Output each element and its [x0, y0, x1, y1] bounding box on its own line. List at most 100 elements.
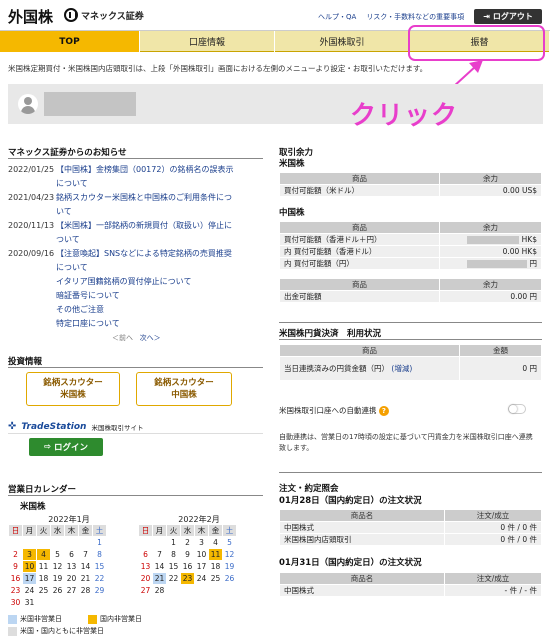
calendar-day: 16 — [8, 572, 23, 585]
col-header: 注文/成立 — [444, 509, 542, 522]
calendar-grid: 日月火水木金土 1 2 3 4 5 6 7 8 9 10 11 12 13 14 15 16 17 18 19 20 21… — [8, 524, 107, 609]
calendar-day: 3 — [22, 548, 37, 561]
button-label: 米国株 — [60, 390, 86, 400]
calendar-day — [64, 596, 79, 609]
row-value: 0.00 円 — [439, 290, 542, 303]
weekday-header: 金 — [78, 524, 93, 537]
col-header: 金額 — [459, 344, 542, 357]
divider — [279, 339, 542, 340]
row-value: HK$ — [521, 235, 537, 244]
calendar-day: 5 — [222, 536, 237, 549]
calendar-day — [194, 584, 209, 597]
weekday-header: 水 — [50, 524, 65, 537]
news-link[interactable]: 特定口座について — [56, 319, 120, 328]
calendar-day — [50, 536, 65, 549]
calendar-day: 19 — [50, 572, 65, 585]
calendar-day: 1 — [92, 536, 107, 549]
calendar-feb: 2022年2月 日月火水木金土 1 2 3 4 5 6 7 8 9 10 11 12 13 14 15 16 17… — [138, 514, 260, 614]
row-value: - 件 / - 件 — [444, 584, 542, 597]
news-date: 2022/01/25 — [8, 165, 55, 174]
legend-jp-holiday: 国内非営業日 — [88, 614, 142, 624]
col-header: 商品 — [279, 172, 440, 185]
scouter-cn-button[interactable]: 銘柄スカウター 中国株 — [136, 372, 232, 406]
orders-table-2: 商品名 注文/成立 中国株式 - 件 / - 件 — [279, 572, 542, 597]
col-header: 余力 — [439, 221, 542, 234]
calendar-day — [222, 584, 237, 597]
button-label: 銘柄スカウター — [43, 378, 103, 388]
news-link[interactable]: 【米国株】一部銘柄の新規買付（取扱い）停止に — [56, 221, 232, 230]
news-link[interactable]: について — [56, 263, 88, 272]
weekday-header: 日 — [138, 524, 153, 537]
tradestation-row: ✜ TradeStation 米国株取引サイト — [8, 421, 143, 432]
button-label: 中国株 — [171, 390, 197, 400]
calendar-day: 4 — [208, 536, 223, 549]
news-link[interactable]: その他ご注意 — [56, 305, 104, 314]
tradestation-icon: ✜ — [8, 421, 17, 432]
col-header: 注文/成立 — [444, 572, 542, 585]
news-link[interactable]: 暗証番号について — [56, 291, 120, 300]
scouter-us-button[interactable]: 銘柄スカウター 米国株 — [26, 372, 120, 406]
row-label: 当日連携済みの円貨金額（円） — [284, 364, 389, 373]
calendar-grid: 日月火水木金土 1 2 3 4 5 6 7 8 9 10 11 12 13 14 15 16 17 18 19 20 21… — [138, 524, 237, 597]
news-date: 2020/09/16 — [8, 249, 55, 258]
calendar-week: 13 14 15 16 17 18 19 — [138, 560, 237, 573]
news-link[interactable]: 銘柄スカウター米国株と中国株のご利用条件につ — [56, 193, 232, 202]
help-icon[interactable]: ? — [378, 406, 389, 416]
row-label: 中国株式 — [279, 521, 445, 534]
news-link[interactable]: について — [56, 179, 88, 188]
divider — [8, 158, 263, 159]
calendar-day: 29 — [92, 584, 107, 597]
balance-cn-title: 中国株 — [279, 208, 305, 218]
news-link[interactable]: ついて — [56, 235, 80, 244]
next-link[interactable]: 次へ＞ — [140, 334, 161, 342]
row-value: 0 円 — [459, 356, 542, 381]
weekday-header: 火 — [36, 524, 51, 537]
news-link[interactable]: 【中国株】金榜集団（00172）の銘柄名の誤表示 — [56, 165, 233, 174]
weekday-header: 月 — [152, 524, 167, 537]
calendar-day: 18 — [36, 572, 51, 585]
calendar-day: 23 — [180, 572, 195, 585]
calendar-day: 26 — [222, 572, 237, 585]
calendar-day — [8, 536, 23, 549]
weekday-header: 木 — [64, 524, 79, 537]
calendar-subtitle: 米国株 — [20, 502, 46, 512]
info-text: 米国株定期買付・米国株国内店頭取引は、上段「外国株取引」画面における左側のメニュ… — [8, 64, 428, 73]
orders-table-1: 商品名 注文/成立 中国株式 0 件 / 0 件 米国株国内店頭取引 0 件 / 0 … — [279, 509, 542, 546]
login-button[interactable]: ⇨ ログイン — [29, 438, 103, 456]
balance-us-table: 商品 余力 買付可能額（米ドル） 0.00 US$ — [279, 172, 542, 197]
auto-link-toggle[interactable] — [508, 404, 526, 414]
divider — [8, 433, 263, 434]
divider — [8, 367, 263, 368]
calendar-day: 12 — [222, 548, 237, 561]
legend-swatch — [88, 614, 97, 624]
weekday-header: 水 — [180, 524, 195, 537]
news-link[interactable]: 【注意喚起】SNSなどによる特定銘柄の売買推奨 — [56, 249, 232, 258]
news-list: 2022/01/25 【中国株】金榜集団（00172）の銘柄名の誤表示 について … — [8, 163, 263, 331]
col-header: 余力 — [439, 172, 542, 185]
news-link[interactable]: イタリア国籍銘柄の買付停止について — [56, 277, 191, 286]
calendar-day: 15 — [92, 560, 107, 573]
calendar-day: 11 — [208, 548, 223, 561]
news-link[interactable]: いて — [56, 207, 72, 216]
prev-link[interactable]: ＜前へ — [112, 334, 133, 342]
col-header: 商品名 — [279, 572, 445, 585]
calendar-jan: 2022年1月 日月火水木金土 1 2 3 4 5 6 7 8 9 10 11 12 13 14 15 16 17… — [8, 514, 130, 614]
redacted-value — [467, 260, 528, 268]
table-row: 買付可能額（米ドル） 0.00 US$ — [279, 184, 542, 197]
calendar-day: 19 — [222, 560, 237, 573]
yen-settle-table: 商品 金額 当日連携済みの円貨金額（円） (増減) 0 円 — [279, 344, 542, 381]
calendar-day: 28 — [152, 584, 167, 597]
calendar-day — [166, 584, 181, 597]
calendar-day — [36, 596, 51, 609]
avatar — [18, 94, 38, 114]
calendar-day: 3 — [194, 536, 209, 549]
table-row: 中国株式 0 件 / 0 件 — [279, 521, 542, 534]
increase-decrease-link[interactable]: (増減) — [391, 364, 412, 373]
calendar-day: 6 — [64, 548, 79, 561]
yen-settle-title: 米国株円貨決済 利用状況 — [279, 329, 382, 339]
calendar-title: 営業日カレンダー — [8, 485, 77, 495]
news-item: 2020/09/16 【注意喚起】SNSなどによる特定銘柄の売買推奨 について … — [8, 247, 263, 331]
calendar-day: 25 — [208, 572, 223, 585]
calendar-day: 15 — [166, 560, 181, 573]
calendar-week: 27 28 — [138, 584, 237, 597]
